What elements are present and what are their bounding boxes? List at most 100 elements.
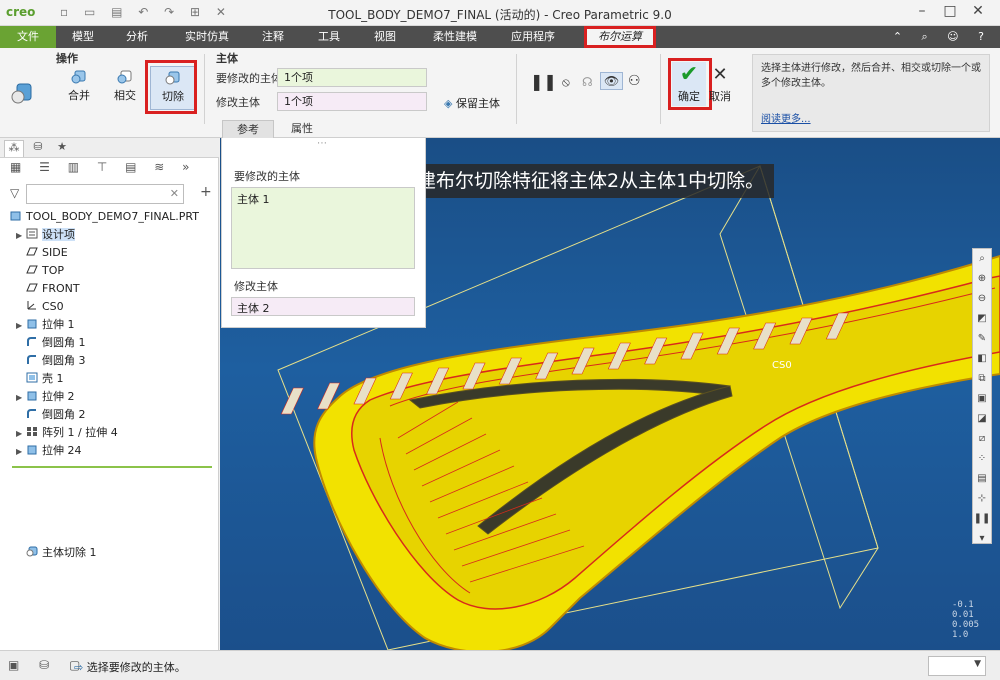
zoom-in-icon[interactable]: ⊕ <box>973 269 991 289</box>
tab-model[interactable]: 模型 <box>60 26 106 48</box>
tree-item-new-feature[interactable]: 主体切除 1 <box>26 544 97 562</box>
tab-analysis[interactable]: 分析 <box>114 26 160 48</box>
pause-regen-icon[interactable]: ❚❚ <box>973 509 991 529</box>
pause-icon[interactable]: ❚❚ <box>530 72 557 91</box>
orient-icon[interactable]: ✎ <box>973 329 991 349</box>
tree-item[interactable]: 倒圆角 2 <box>16 406 86 424</box>
view-manager-icon[interactable]: ▣ <box>973 389 991 409</box>
clear-search-icon[interactable]: ✕ <box>170 187 179 200</box>
boolean-feature-icon <box>11 83 32 104</box>
tree-item[interactable]: ▶ 拉伸 24 <box>16 442 82 460</box>
filter-icon[interactable]: ▽ <box>10 186 19 200</box>
expand-arrow-icon[interactable]: ▶ <box>16 389 26 407</box>
favorites-tab-icon[interactable]: ★ <box>52 140 72 157</box>
ok-highlight <box>668 58 712 110</box>
tree-item[interactable]: ▶ 阵列 1 / 拉伸 4 <box>16 424 118 442</box>
no-preview-icon[interactable]: ⦸ <box>562 75 570 90</box>
folder-browser-tab-icon[interactable]: ⛁ <box>28 140 48 157</box>
help-icons[interactable]: ⌃ ⌕ ☺ ? <box>893 30 992 44</box>
repaint-icon[interactable]: ◩ <box>973 309 991 329</box>
round-icon <box>27 409 36 418</box>
glasses-icon[interactable]: ⚇ <box>628 73 641 89</box>
help-panel: 选择主体进行修改，然后合并、相交或切除一个或多个修改主体。 阅读更多... <box>752 54 990 132</box>
selection-filter-dropdown[interactable]: ▼ <box>928 656 986 676</box>
expand-arrow-icon[interactable]: ▶ <box>16 425 26 443</box>
view-toolbar[interactable]: ⌕ ⊕ ⊖ ◩ ✎ ◧ ⧉ ▣ ◪ ⧄ ⁘ ▤ ⊹ ❚❚ ▾ <box>972 248 992 544</box>
extrude-icon <box>27 445 37 455</box>
display-style-icon[interactable]: ◧ <box>973 349 991 369</box>
status-bar: ▣ ⛁ ▢ ⇨ 选择要修改的主体。 ▼ <box>0 650 1000 680</box>
tab-flexible-modeling[interactable]: 柔性建模 <box>422 26 488 48</box>
tab-file[interactable]: 文件 <box>0 26 56 48</box>
verify-icon[interactable]: ☊ <box>582 75 593 89</box>
minimize-button[interactable]: – <box>908 3 936 19</box>
tree-item[interactable]: 倒圆角 3 <box>16 352 86 370</box>
more-icon[interactable]: ▾ <box>973 529 991 549</box>
intersect-button[interactable]: 相交 <box>102 66 148 110</box>
tree-item[interactable]: CS0 <box>16 298 64 316</box>
extrude-icon <box>27 319 37 329</box>
tree-item[interactable]: ▶ 拉伸 2 <box>16 388 75 406</box>
subtab-references[interactable]: 参考 <box>222 120 274 138</box>
body-to-modify-collector[interactable]: 1个项 <box>277 68 427 87</box>
expand-arrow-icon[interactable]: ▶ <box>16 317 26 335</box>
maximize-button[interactable]: □ <box>936 3 964 19</box>
tree-toolbar[interactable]: ▦ ☰ ▥ ⊤ ▤ ≋ » <box>0 160 219 180</box>
section-icon[interactable]: ⧄ <box>973 429 991 449</box>
intersect-icon <box>117 70 132 84</box>
cancel-label: 取消 <box>709 90 731 103</box>
subtab-properties[interactable]: 属性 <box>276 120 328 138</box>
plane-icon <box>26 265 38 274</box>
tree-item[interactable]: ▶ 设计项 <box>16 226 75 244</box>
saved-views-icon[interactable]: ⧉ <box>973 369 991 389</box>
datum-display-icon[interactable]: ⁘ <box>973 449 991 469</box>
refit-icon[interactable]: ⌕ <box>973 249 991 269</box>
keep-body-toggle[interactable]: ◈ 保留主体 <box>444 95 500 111</box>
panel-grip[interactable]: ⋯ <box>317 138 327 149</box>
model-tree-tab-icon[interactable]: ⁂ <box>4 140 24 157</box>
modifying-body-collector[interactable]: 1个项 <box>277 92 427 111</box>
window-title: TOOL_BODY_DEMO7_FINAL (活动的) - Creo Param… <box>328 8 672 22</box>
tree-item[interactable]: TOP <box>16 262 64 280</box>
tree-search-input[interactable]: ✕ <box>26 184 184 204</box>
close-button[interactable]: ✕ <box>964 3 992 19</box>
tree-item[interactable]: SIDE <box>16 244 68 262</box>
expand-arrow-icon[interactable]: ▶ <box>16 227 26 245</box>
divider <box>516 54 517 124</box>
spin-center-icon[interactable]: ⊹ <box>973 489 991 509</box>
tab-applications[interactable]: 应用程序 <box>500 26 566 48</box>
tab-view[interactable]: 视图 <box>362 26 408 48</box>
ref-modifying-body-collector[interactable]: 主体 2 <box>231 297 415 316</box>
ref-body-to-modify-collector[interactable]: 主体 1 <box>231 187 415 269</box>
tab-boolean[interactable]: 布尔运算 <box>584 26 656 48</box>
tree-item[interactable]: ▶ 拉伸 1 <box>16 316 75 334</box>
tree-root[interactable]: TOOL_BODY_DEMO7_FINAL.PRT <box>10 208 199 226</box>
subtract-highlight <box>145 60 197 114</box>
plane-icon <box>26 283 38 292</box>
insert-here-indicator[interactable] <box>12 466 212 468</box>
annotation-callout: 创建布尔切除特征将主体2从主体1中切除。 <box>392 164 775 198</box>
tree-item[interactable]: FRONT <box>16 280 80 298</box>
add-filter-icon[interactable]: + <box>200 184 212 200</box>
cs-icon <box>27 301 36 310</box>
intersect-label: 相交 <box>114 89 136 102</box>
tab-annotate[interactable]: 注释 <box>250 26 296 48</box>
divider <box>660 54 661 124</box>
expand-arrow-icon[interactable]: ▶ <box>16 443 26 461</box>
merge-label: 合并 <box>68 89 90 102</box>
tab-tools[interactable]: 工具 <box>306 26 352 48</box>
merge-button[interactable]: 合并 <box>56 66 102 110</box>
annotation-display-icon[interactable]: ▤ <box>973 469 991 489</box>
window-controls[interactable]: – □ ✕ <box>908 3 992 19</box>
tree-item[interactable]: 壳 1 <box>16 370 64 388</box>
preview-icon[interactable]: 👁 <box>600 72 624 90</box>
perspective-icon[interactable]: ◪ <box>973 409 991 429</box>
help-text: 选择主体进行修改，然后合并、相交或切除一个或多个修改主体。 <box>761 63 981 89</box>
tab-live-simulation[interactable]: 实时仿真 <box>174 26 240 48</box>
divider <box>204 54 205 124</box>
zoom-out-icon[interactable]: ⊖ <box>973 289 991 309</box>
tree-item[interactable]: 倒圆角 1 <box>16 334 86 352</box>
cancel-button[interactable]: ✕ 取消 <box>707 62 733 104</box>
read-more-link[interactable]: 阅读更多... <box>761 112 811 127</box>
ribbon-tab-bar: 文件 模型 分析 实时仿真 注释 工具 视图 柔性建模 应用程序 布尔运算 ⌃ … <box>0 26 1000 48</box>
